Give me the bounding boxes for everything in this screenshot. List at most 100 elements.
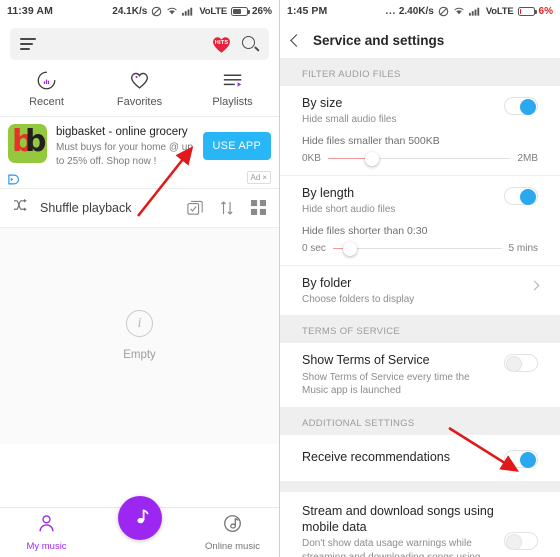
- recent-icon: [36, 69, 57, 91]
- setting-row-mobile-data[interactable]: Stream and download songs using mobile d…: [280, 492, 560, 557]
- section-header-additional: ADDITIONAL SETTINGS: [280, 406, 560, 435]
- adchoices-icon[interactable]: [8, 172, 22, 185]
- heart-icon: [129, 69, 150, 91]
- setting-row-by-length[interactable]: By length Hide short audio files Hide fi…: [280, 176, 560, 266]
- ad-banner[interactable]: b b bigbasket - online grocery Must buys…: [0, 116, 279, 189]
- row-title: Receive recommendations: [302, 450, 450, 465]
- hits-heart-icon[interactable]: HITS: [211, 34, 232, 54]
- dnd-icon: [151, 6, 162, 17]
- section-gap: [280, 480, 560, 492]
- setting-row-show-terms[interactable]: Show Terms of Service Show Terms of Serv…: [280, 343, 560, 406]
- wifi-icon: [166, 6, 178, 16]
- nav-online-music-label: Online music: [205, 540, 260, 552]
- row-texts: Stream and download songs using mobile d…: [302, 503, 504, 557]
- row-texts: By folder Choose folders to display: [302, 275, 531, 307]
- row-subtitle: Don't show data usage warnings while str…: [302, 538, 481, 557]
- row-subtitle: Show Terms of Service every time the Mus…: [302, 371, 470, 397]
- by-size-slider[interactable]: [327, 151, 511, 166]
- slider-thumb[interactable]: [342, 241, 357, 256]
- network-speed: 2.40K/s: [398, 5, 434, 17]
- nav-my-music[interactable]: My music: [0, 508, 93, 557]
- row-texts: Receive recommendations: [302, 449, 504, 465]
- ad-text-block: bigbasket - online grocery Must buys for…: [56, 124, 194, 168]
- section-header-terms: TERMS OF SERVICE: [280, 315, 560, 344]
- ad-description: Must buys for your home @ up to 25% off.…: [56, 142, 193, 167]
- chevron-right-icon: [529, 280, 540, 290]
- row-title: By folder: [302, 275, 352, 290]
- music-note-icon: [136, 509, 148, 524]
- by-length-slider-row: 0 sec 5 mins: [302, 241, 538, 256]
- shuffle-playback-row[interactable]: Shuffle playback: [0, 189, 279, 228]
- ad-tag-label: Ad: [250, 172, 261, 182]
- use-app-button[interactable]: USE APP: [202, 131, 271, 160]
- settings-header: Service and settings: [280, 22, 560, 58]
- right-phone-screen: 1:45 PM … 2.40K/s VoLTE 6% Service and s…: [280, 0, 560, 557]
- by-size-toggle[interactable]: [504, 97, 538, 115]
- screenshot-root: 11:39 AM 24.1K/s VoLTE 26% HITS Recent F…: [0, 0, 560, 557]
- filter-audio-card: By size Hide small audio files Hide file…: [280, 86, 560, 316]
- row-main: By folder Choose folders to display: [302, 275, 540, 307]
- row-title: Show Terms of Service: [302, 353, 430, 368]
- person-icon: [37, 514, 56, 538]
- left-phone-screen: 11:39 AM 24.1K/s VoLTE 26% HITS Recent F…: [0, 0, 280, 557]
- row-main: By size Hide small audio files: [302, 95, 538, 127]
- dnd-icon: [438, 6, 449, 17]
- volte-label: VoLTE: [199, 5, 227, 17]
- tab-favorites[interactable]: Favorites: [93, 69, 186, 108]
- signal-icon: [182, 6, 195, 16]
- shuffle-icon[interactable]: [13, 198, 29, 217]
- by-length-toggle[interactable]: [504, 186, 538, 205]
- show-terms-toggle[interactable]: [504, 354, 538, 373]
- search-bar[interactable]: HITS: [10, 28, 269, 60]
- row-main: Receive recommendations: [302, 448, 538, 468]
- mobile-data-toggle[interactable]: [504, 532, 538, 550]
- by-length-slider[interactable]: [332, 241, 502, 256]
- additional-settings-card: Receive recommendations: [280, 434, 560, 481]
- row-texts: By length Hide short audio files: [302, 185, 504, 217]
- slider-min-label: 0 sec: [302, 243, 326, 254]
- slider-max-label: 2MB: [517, 153, 538, 165]
- row-subtitle: Hide small audio files: [302, 114, 397, 126]
- tab-playlists-label: Playlists: [212, 96, 253, 108]
- search-icon[interactable]: [242, 35, 259, 53]
- online-music-icon: [223, 514, 242, 538]
- sort-icon[interactable]: [220, 200, 234, 216]
- terms-card: Show Terms of Service Show Terms of Serv…: [280, 343, 560, 407]
- ad-footer: Ad ×: [8, 170, 271, 185]
- nav-online-music[interactable]: Online music: [186, 508, 279, 557]
- ad-title: bigbasket - online grocery: [56, 126, 188, 138]
- toggle-knob: [506, 534, 522, 550]
- empty-label: Empty: [123, 349, 156, 362]
- play-fab-button[interactable]: [117, 496, 162, 540]
- battery-icon: [230, 6, 250, 16]
- volte-label: VoLTE: [485, 5, 514, 17]
- hits-label: HITS: [214, 40, 229, 46]
- info-icon: i: [126, 310, 153, 338]
- select-mode-icon[interactable]: [187, 200, 203, 216]
- receive-recommendations-toggle[interactable]: [504, 449, 538, 468]
- ad-close-tag[interactable]: Ad ×: [246, 170, 271, 184]
- tab-playlists[interactable]: Playlists: [186, 69, 279, 108]
- tab-recent-label: Recent: [29, 96, 64, 108]
- tab-recent[interactable]: Recent: [0, 69, 93, 108]
- battery-icon: [517, 6, 537, 16]
- tab-favorites-label: Favorites: [116, 96, 163, 108]
- battery-percent: 26%: [251, 5, 272, 17]
- toggle-knob: [506, 356, 522, 373]
- menu-icon[interactable]: [20, 38, 36, 50]
- shuffle-playback-label: Shuffle playback: [40, 200, 132, 215]
- setting-row-by-size[interactable]: By size Hide small audio files Hide file…: [280, 86, 560, 176]
- by-size-hint: Hide files smaller than 500KB: [302, 134, 440, 147]
- back-chevron-icon[interactable]: [290, 33, 303, 47]
- setting-row-receive-recommendations[interactable]: Receive recommendations: [280, 435, 560, 481]
- row-texts: Show Terms of Service Show Terms of Serv…: [302, 352, 504, 397]
- grid-view-icon[interactable]: [251, 200, 266, 216]
- setting-row-by-folder[interactable]: By folder Choose folders to display: [280, 266, 560, 316]
- signal-icon: [468, 6, 482, 16]
- network-speed: 24.1K/s: [112, 5, 148, 17]
- slider-thumb[interactable]: [364, 151, 379, 166]
- row-subtitle: Hide short audio files: [302, 204, 396, 215]
- close-icon[interactable]: ×: [262, 173, 267, 182]
- row-main: By length Hide short audio files: [302, 185, 538, 217]
- more-notifications-icon: …: [384, 5, 396, 17]
